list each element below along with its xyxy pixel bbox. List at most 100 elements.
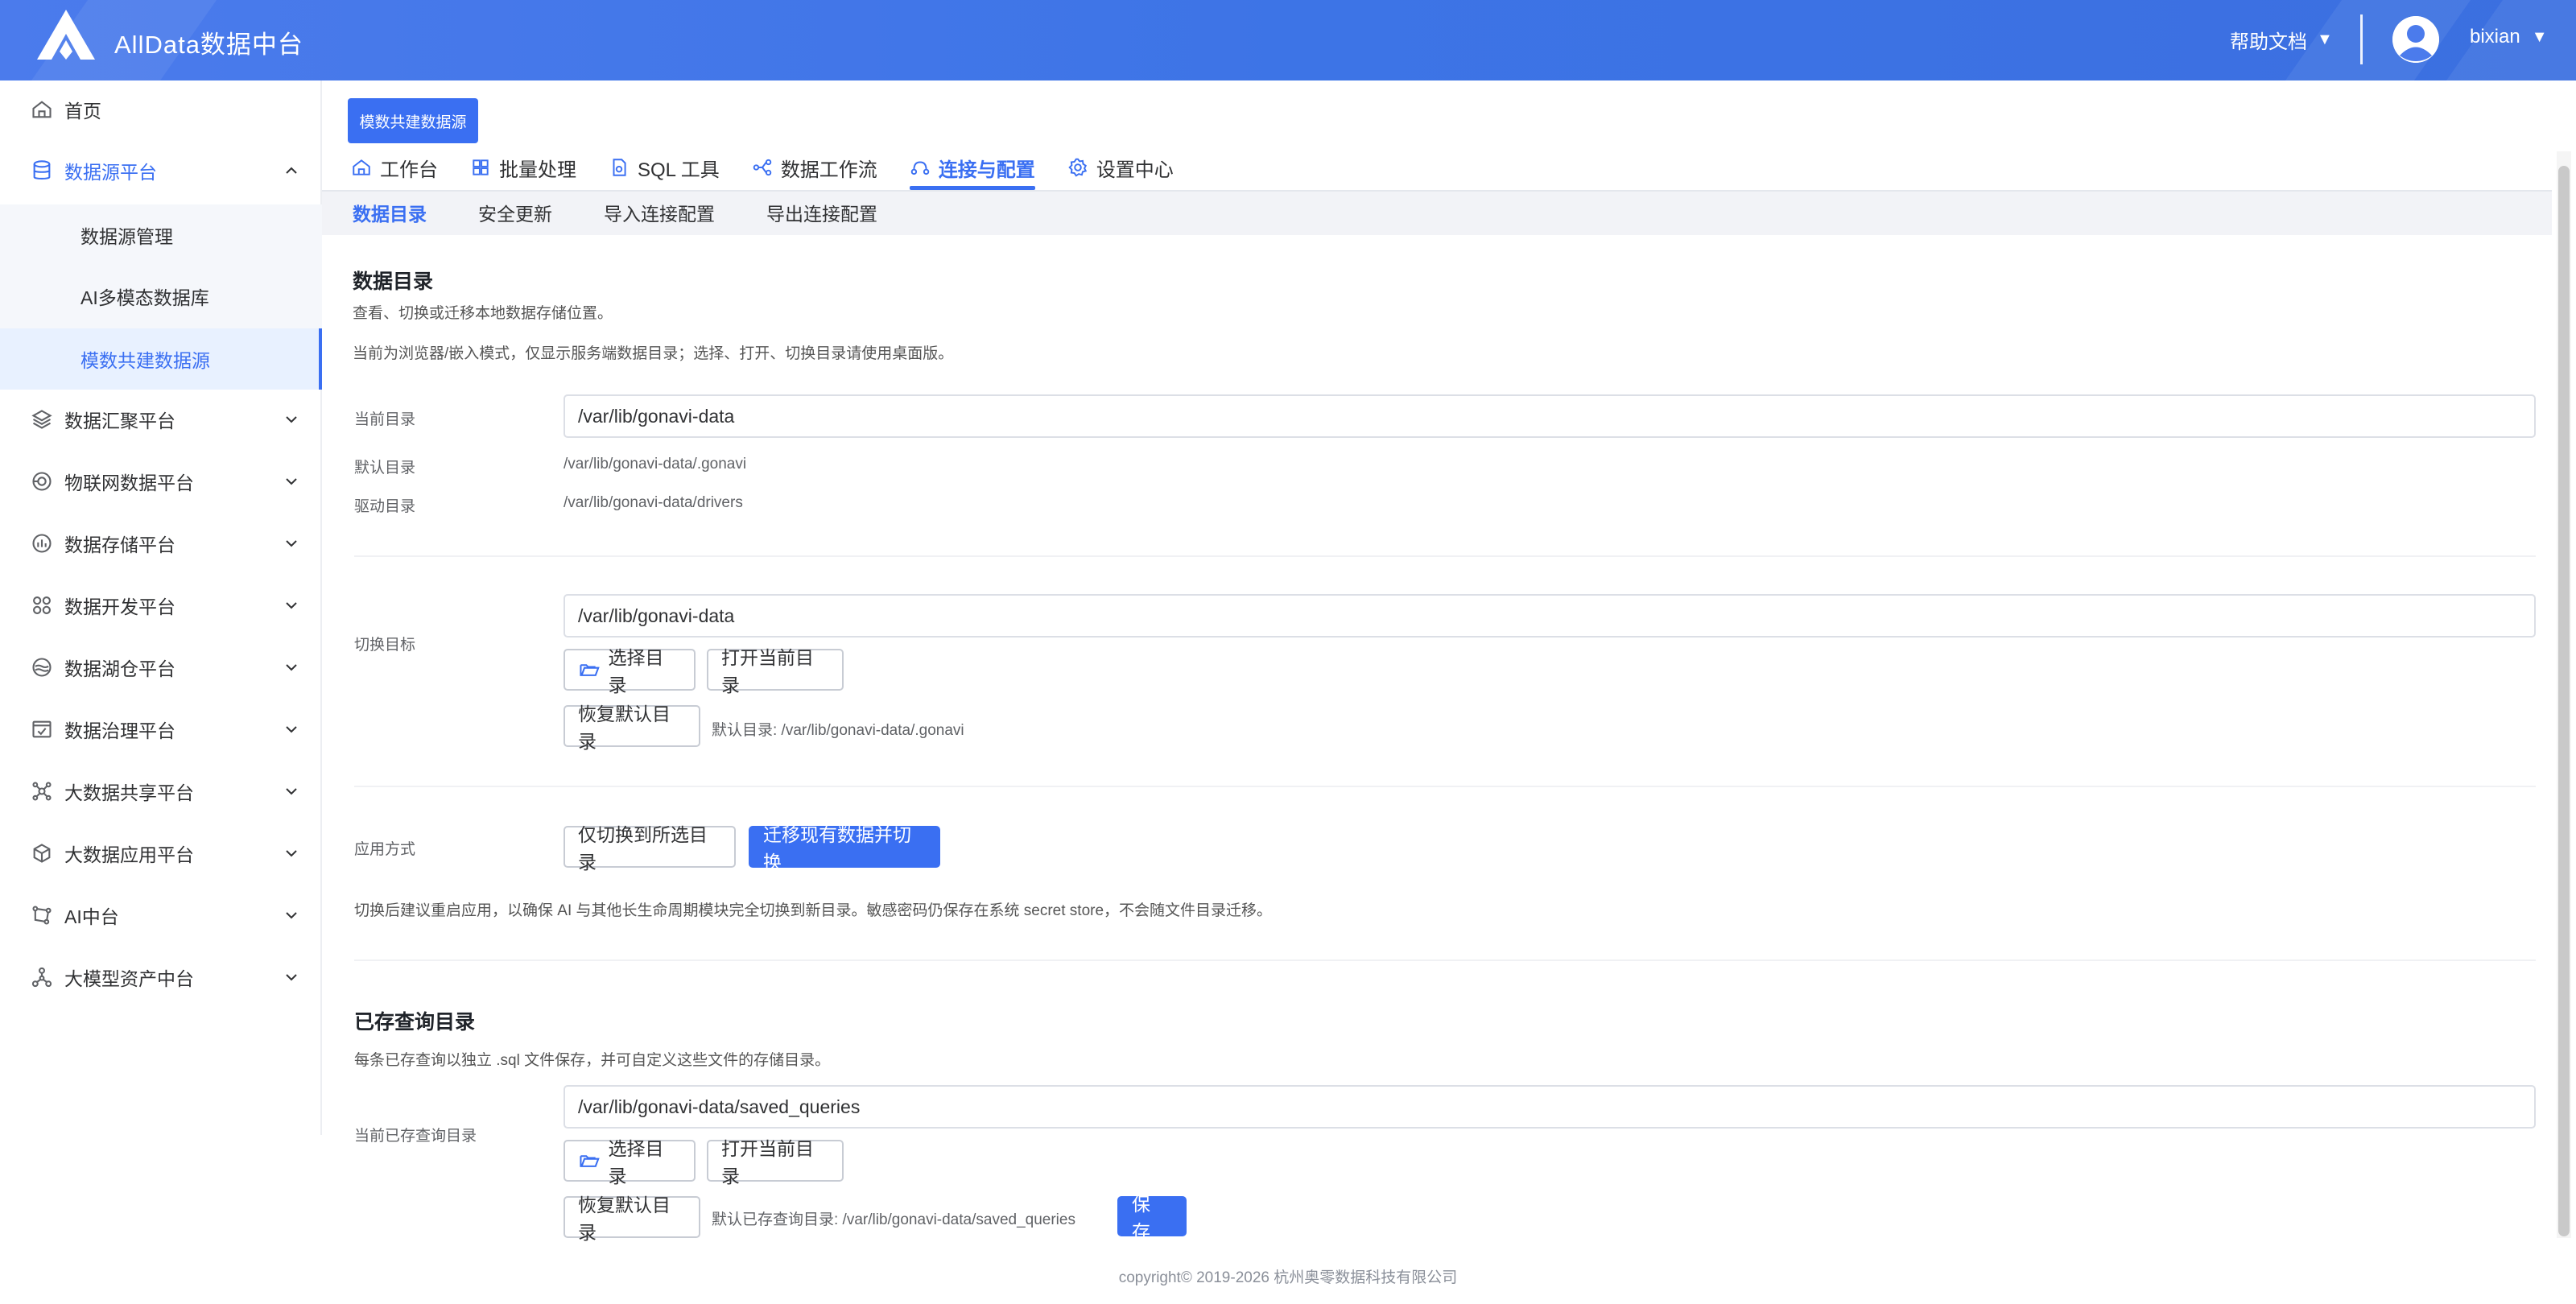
- tab-workflow[interactable]: 数据工作流: [752, 145, 877, 190]
- saved-queries-default-hint: 默认已存查询目录: /var/lib/gonavi-data/saved_que…: [712, 1211, 1075, 1228]
- sidebar-subitem-label: 数据源管理: [80, 226, 173, 247]
- scrollbar-thumb[interactable]: [2558, 166, 2570, 1236]
- sidebar-item-label: 数据开发平台: [64, 596, 175, 617]
- button-label: 保 存: [1132, 1194, 1150, 1242]
- chevron-down-icon: [286, 540, 297, 547]
- sidebar-item-label: 数据汇聚平台: [64, 411, 175, 431]
- app-title[interactable]: AllData数据中台: [114, 24, 303, 60]
- only-switch-button[interactable]: 仅切换到所选目录: [564, 824, 736, 873]
- sidebar-item-share-platform[interactable]: 大数据共享平台: [0, 762, 322, 820]
- sidebar-item-datasource-platform[interactable]: 数据源平台: [0, 142, 322, 200]
- sidebar-item-label: 数据源平台: [64, 162, 157, 183]
- tab-sql-tool[interactable]: SQL 工具: [609, 145, 720, 190]
- sidebar-item-lakehouse-platform[interactable]: 数据湖仓平台: [0, 638, 322, 696]
- app-logo-icon[interactable]: [35, 8, 97, 61]
- button-label: 选择目录: [608, 647, 664, 695]
- subtab-export-config[interactable]: 导出连接配置: [766, 199, 877, 226]
- tab-label: 连接与配置: [938, 159, 1035, 181]
- file-icon: [613, 159, 626, 176]
- sidebar-item-label: AI中台: [64, 906, 119, 927]
- restore-default-hint: 默认目录: /var/lib/gonavi-data/.gonavi: [712, 722, 964, 739]
- button-label: 选择目录: [608, 1138, 664, 1186]
- restore-default-directory-button[interactable]: 恢复默认目录: [564, 704, 700, 752]
- saved-queries-choose-directory-button[interactable]: 选择目录: [564, 1138, 696, 1186]
- main-tabs: 工作台 批量处理 SQL 工具 数据工作流 连接与配置 设置中心: [351, 145, 1206, 190]
- driver-directory-value: /var/lib/gonavi-data/drivers: [564, 494, 743, 511]
- sidebar-item-home[interactable]: 首页: [0, 80, 322, 138]
- saved-queries-directory-input[interactable]: /var/lib/gonavi-data/saved_queries: [564, 1085, 2536, 1129]
- tab-connection-config[interactable]: 连接与配置: [909, 145, 1035, 190]
- share-icon: [29, 778, 55, 804]
- sidebar-item-iot-platform[interactable]: 物联网数据平台: [0, 452, 322, 510]
- button-label: 恢复默认目录: [578, 704, 671, 752]
- sub-tabs: 数据目录 安全更新 导入连接配置 导出连接配置: [353, 190, 929, 235]
- switch-target-input[interactable]: /var/lib/gonavi-data: [564, 594, 2536, 638]
- default-directory-label: 默认目录: [354, 460, 416, 477]
- saved-queries-open-directory-button[interactable]: 打开当前目录: [707, 1138, 844, 1186]
- username: bixian: [2470, 26, 2520, 47]
- avatar[interactable]: [2392, 16, 2439, 63]
- home-icon: [353, 159, 370, 175]
- database-icon: [29, 158, 55, 184]
- dev-icon: [29, 592, 55, 618]
- sidebar-item-governance-platform[interactable]: 数据治理平台: [0, 700, 322, 758]
- sidebar-item-data-aggregation[interactable]: 数据汇聚平台: [0, 390, 322, 448]
- sidebar-item-dev-platform[interactable]: 数据开发平台: [0, 576, 322, 634]
- button-label: 打开当前目录: [721, 647, 814, 695]
- button-label: 打开当前目录: [721, 1138, 814, 1186]
- gear-icon: [1068, 158, 1087, 177]
- tab-label: 数据工作流: [780, 159, 877, 181]
- sidebar-item-label: 大数据应用平台: [64, 844, 194, 865]
- sidebar-subitem-datasource-manage[interactable]: 数据源管理: [0, 204, 322, 266]
- apply-mode-label: 应用方式: [354, 841, 416, 858]
- current-directory-field[interactable]: /var/lib/gonavi-data: [564, 394, 2536, 438]
- subtab-security-update[interactable]: 安全更新: [478, 199, 552, 226]
- sidebar-item-app-platform[interactable]: 大数据应用平台: [0, 824, 322, 882]
- connection-icon: [910, 161, 930, 175]
- subtab-data-directory[interactable]: 数据目录: [353, 199, 427, 226]
- user-menu[interactable]: bixian ▼: [2470, 26, 2548, 48]
- switch-target-label: 切换目标: [354, 637, 416, 654]
- sidebar-item-label: 物联网数据平台: [64, 472, 194, 493]
- section-title-saved-queries: 已存查询目录: [354, 1011, 476, 1034]
- sidebar-subitem-model-data-source[interactable]: 模数共建数据源: [0, 328, 322, 390]
- migrate-and-switch-button[interactable]: 迁移现有数据并切换: [749, 824, 940, 873]
- sidebar-item-model-asset-platform[interactable]: 大模型资产中台: [0, 948, 322, 1006]
- ai-icon: [29, 902, 55, 928]
- chevron-down-icon: [286, 726, 297, 733]
- chevron-down-icon: [286, 664, 297, 671]
- divider: [354, 555, 2536, 557]
- chevron-down-icon: [286, 912, 297, 919]
- caret-down-icon: ▼: [2317, 31, 2333, 48]
- default-directory-value: /var/lib/gonavi-data/.gonavi: [564, 456, 747, 472]
- browser-mode-notice: 当前为浏览器/嵌入模式，仅显示服务端数据目录；选择、打开、切换目录请使用桌面版。: [353, 345, 954, 362]
- chevron-down-icon: [286, 974, 297, 981]
- divider: [354, 959, 2536, 961]
- apply-note: 切换后建议重启应用，以确保 AI 与其他长生命周期模块完全切换到新目录。敏感密码…: [354, 902, 1273, 919]
- help-docs-menu[interactable]: 帮助文档 ▼: [2230, 26, 2333, 54]
- save-button[interactable]: 保 存: [1117, 1194, 1187, 1242]
- current-directory-label: 当前目录: [354, 411, 416, 428]
- saved-queries-restore-default-button[interactable]: 恢复默认目录: [564, 1195, 700, 1243]
- open-current-directory-button[interactable]: 打开当前目录: [707, 647, 844, 695]
- footer-copyright: copyright© 2019-2026 杭州奥零数据科技有限公司: [1118, 1269, 1458, 1286]
- tab-label: 批量处理: [499, 159, 576, 181]
- section-title-data-directory: 数据目录: [353, 270, 434, 293]
- choose-directory-button[interactable]: 选择目录: [564, 647, 696, 695]
- sidebar-item-storage-platform[interactable]: 数据存储平台: [0, 514, 322, 572]
- saved-queries-description: 每条已存查询以独立 .sql 文件保存，并可自定义这些文件的存储目录。: [354, 1052, 831, 1069]
- subtab-import-config[interactable]: 导入连接配置: [604, 199, 715, 226]
- saved-queries-directory-label: 当前已存查询目录: [354, 1128, 477, 1145]
- chevron-down-icon: [286, 602, 297, 609]
- tab-label: 设置中心: [1096, 159, 1174, 181]
- iot-icon: [29, 468, 55, 494]
- tab-workbench[interactable]: 工作台: [351, 145, 438, 190]
- page-tag-button[interactable]: 模数共建数据源: [348, 98, 478, 143]
- sidebar-item-ai-platform[interactable]: AI中台: [0, 886, 322, 944]
- layers-icon: [29, 406, 55, 432]
- tab-batch[interactable]: 批量处理: [470, 145, 576, 190]
- help-docs-label: 帮助文档: [2230, 31, 2307, 53]
- sidebar-subitem-ai-multimodal-db[interactable]: AI多模态数据库: [0, 266, 322, 327]
- tab-label: 工作台: [380, 159, 438, 181]
- tab-settings[interactable]: 设置中心: [1067, 145, 1174, 190]
